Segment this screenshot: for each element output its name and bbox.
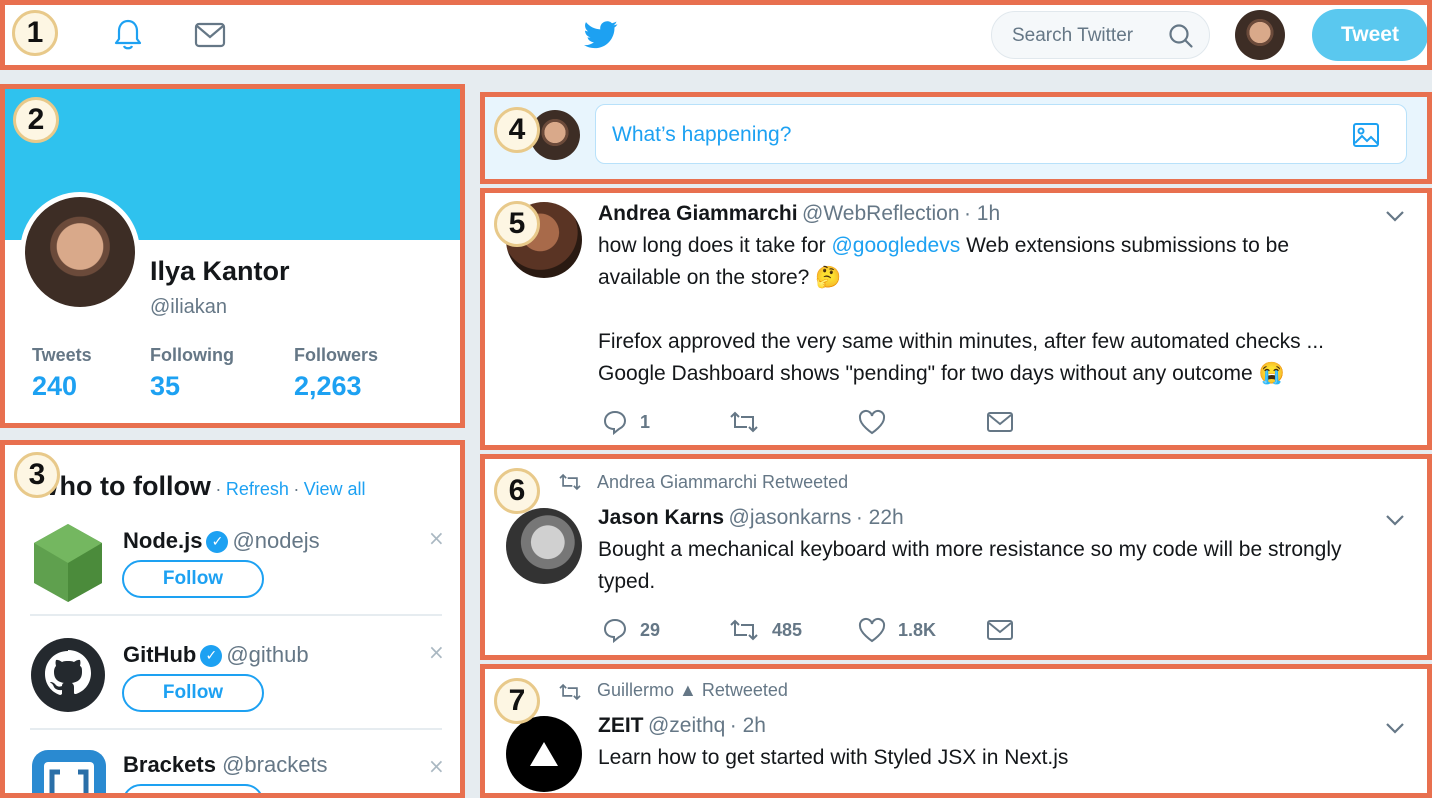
annotation-frame-1	[0, 0, 1432, 70]
annotation-number-7: 7	[494, 678, 540, 724]
annotation-number-2: 2	[13, 97, 59, 143]
annotation-number-6: 6	[494, 468, 540, 514]
annotation-frame-6	[480, 454, 1432, 660]
annotation-frame-3	[0, 440, 465, 798]
annotation-frame-7	[480, 664, 1432, 798]
annotation-number-1: 1	[12, 10, 58, 56]
annotation-frame-4	[480, 92, 1432, 184]
annotation-number-3: 3	[14, 452, 60, 498]
annotation-number-5: 5	[494, 201, 540, 247]
annotation-frame-2	[0, 84, 465, 428]
annotation-number-4: 4	[494, 107, 540, 153]
annotation-frame-5	[480, 188, 1432, 450]
